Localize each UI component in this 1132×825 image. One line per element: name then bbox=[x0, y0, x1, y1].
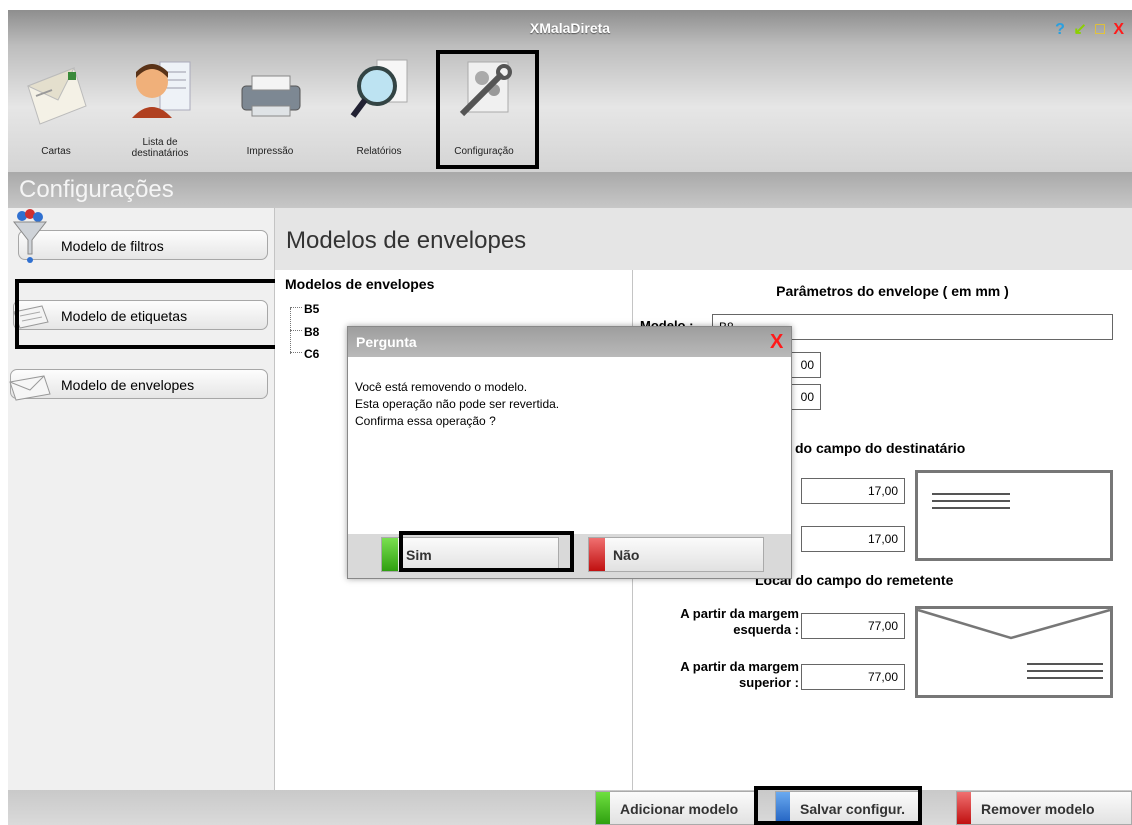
list-title: Modelos de envelopes bbox=[285, 276, 435, 292]
params-title: Parâmetros do envelope ( em mm ) bbox=[776, 283, 1009, 299]
rem-top-label: A partir da margem superior : bbox=[680, 659, 799, 690]
printer-icon bbox=[241, 75, 301, 117]
sidebar-item-label: Modelo de envelopes bbox=[61, 377, 195, 393]
dest-top-field[interactable]: 17,00 bbox=[801, 526, 905, 552]
selection-highlight bbox=[399, 531, 574, 572]
minimize-icon[interactable]: ↙ bbox=[1073, 19, 1088, 39]
toolbar-label: Lista de destinatários bbox=[131, 137, 189, 159]
sidebar-item-filtros[interactable]: Modelo de filtros bbox=[18, 230, 268, 260]
maximize-icon[interactable]: □ bbox=[1095, 21, 1107, 39]
close-icon[interactable]: X bbox=[770, 331, 783, 354]
toolbar-relatorios[interactable]: Relatórios bbox=[335, 46, 423, 170]
rem-preview bbox=[915, 606, 1113, 698]
list-item[interactable]: B8 bbox=[290, 325, 319, 339]
list-item[interactable]: B5 bbox=[290, 302, 319, 316]
dest-section-label: do campo do destinatário bbox=[795, 440, 966, 456]
toolbar-lista-destinatarios[interactable]: Lista de destinatários bbox=[116, 46, 204, 170]
envelope-icon bbox=[26, 67, 87, 125]
toolbar-impressao[interactable]: Impressão bbox=[226, 46, 314, 170]
selection-highlight bbox=[15, 279, 283, 349]
dest-left-field[interactable]: 17,00 bbox=[801, 478, 905, 504]
help-icon[interactable]: ? bbox=[1055, 21, 1067, 39]
section-bar: Configurações bbox=[8, 172, 1132, 208]
dialog-title: Pergunta bbox=[356, 334, 417, 350]
page-title: Modelos de envelopes bbox=[286, 227, 527, 254]
dialog-message: Você está removendo o modelo. Esta opera… bbox=[355, 380, 560, 428]
close-icon[interactable]: X bbox=[1113, 21, 1126, 39]
sidebar-item-label: Modelo de filtros bbox=[61, 238, 164, 254]
person-list-icon bbox=[132, 61, 191, 118]
green-strip bbox=[382, 538, 398, 571]
remove-model-button[interactable]: Remover modelo bbox=[956, 791, 1132, 825]
rem-left-field[interactable]: 77,00 bbox=[801, 613, 905, 639]
toolbar-label: Cartas bbox=[41, 146, 71, 157]
red-strip bbox=[957, 792, 971, 824]
dest-preview bbox=[915, 470, 1113, 561]
magnifier-icon bbox=[350, 59, 408, 118]
add-model-button[interactable]: Adicionar modelo bbox=[595, 791, 755, 825]
window-controls: ? ↙ □ X bbox=[1055, 19, 1126, 39]
rem-left-label: A partir da margem esquerda : bbox=[680, 606, 799, 637]
selection-highlight bbox=[436, 50, 539, 169]
funnel-icon bbox=[12, 209, 48, 263]
red-strip bbox=[589, 538, 605, 571]
selection-highlight bbox=[754, 786, 922, 825]
dialog-titlebar: Pergunta X bbox=[348, 327, 791, 357]
section-title: Configurações bbox=[19, 176, 174, 203]
rem-top-field[interactable]: 77,00 bbox=[801, 664, 905, 690]
green-strip bbox=[596, 792, 610, 824]
envelope-icon bbox=[9, 375, 51, 401]
toolbar-cartas[interactable]: Cartas bbox=[12, 46, 100, 170]
toolbar-label: Relatórios bbox=[356, 146, 402, 157]
main-header: Modelos de envelopes bbox=[275, 208, 1132, 270]
toolbar-label: Impressão bbox=[246, 146, 294, 157]
no-button[interactable]: Não bbox=[588, 537, 764, 572]
app-title: XMalaDireta bbox=[529, 20, 611, 36]
app-header: XMalaDireta ? ↙ □ X Cartas Lista de dest… bbox=[8, 10, 1132, 172]
list-item[interactable]: C6 bbox=[290, 347, 319, 361]
